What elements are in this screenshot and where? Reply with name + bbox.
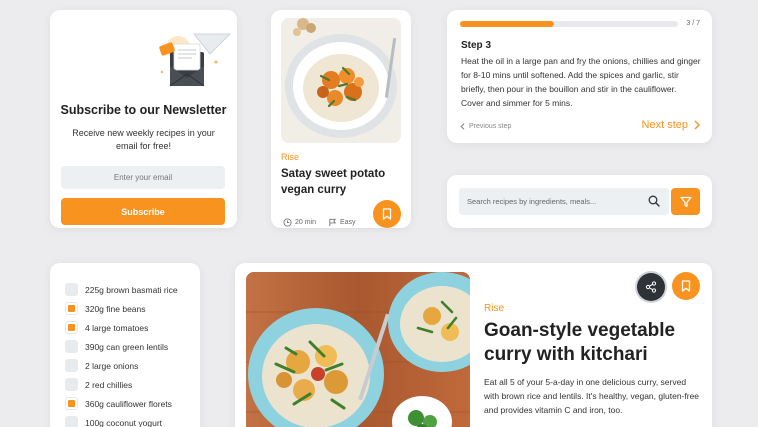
ingredient-checkbox[interactable] bbox=[65, 359, 78, 372]
ingredient-label: 2 red chillies bbox=[85, 379, 133, 390]
previous-step-label: Previous step bbox=[469, 123, 512, 130]
search-card bbox=[447, 175, 712, 228]
ingredient-list: 225g brown basmati rice 320g fine beans 4 … bbox=[65, 280, 178, 427]
email-field[interactable] bbox=[61, 166, 225, 189]
filter-button[interactable] bbox=[671, 188, 700, 215]
ingredient-item[interactable]: 2 large onions bbox=[65, 356, 178, 375]
ingredient-item[interactable]: 360g cauliflower florets bbox=[65, 394, 178, 413]
ingredient-label: 100g coconut yogurt bbox=[85, 417, 163, 427]
share-button[interactable] bbox=[637, 273, 665, 301]
steps-card: 3 / 7 Step 3 Heat the oil in a large pan… bbox=[447, 10, 712, 143]
chevron-right-icon bbox=[694, 120, 700, 130]
ingredient-checkbox-checked[interactable] bbox=[65, 397, 78, 410]
featured-recipe-photo bbox=[246, 272, 470, 427]
filter-icon bbox=[679, 196, 692, 207]
bookmark-button[interactable] bbox=[373, 200, 401, 228]
next-step-label: Next step bbox=[641, 119, 688, 131]
step-progress-fill bbox=[460, 21, 554, 27]
ingredient-item[interactable]: 320g fine beans bbox=[65, 299, 178, 318]
ingredient-checkbox[interactable] bbox=[65, 283, 78, 296]
recipe-time: 20 min bbox=[283, 218, 316, 227]
ingredient-label: 360g cauliflower florets bbox=[85, 398, 172, 409]
ingredient-checkbox[interactable] bbox=[65, 378, 78, 391]
subscribe-button[interactable]: Subscribe bbox=[61, 198, 225, 225]
recipe-card[interactable]: Rise Satay sweet potato vegan curry 20 m… bbox=[271, 10, 411, 228]
ingredient-item[interactable]: 4 large tomatoes bbox=[65, 318, 178, 337]
envelope-paper-plane-icon bbox=[159, 33, 231, 87]
ingredient-label: 390g can green lentils bbox=[85, 341, 169, 352]
step-counter: 3 / 7 bbox=[686, 20, 700, 27]
recipe-tag: Rise bbox=[281, 152, 300, 162]
share-icon bbox=[645, 281, 657, 293]
featured-bookmark-button[interactable] bbox=[672, 272, 700, 300]
ingredients-card: 225g brown basmati rice 320g fine beans 4 … bbox=[50, 263, 200, 427]
ingredient-checkbox[interactable] bbox=[65, 416, 78, 427]
ingredient-label: 2 large onions bbox=[85, 360, 139, 371]
search-icon[interactable] bbox=[648, 195, 660, 207]
recipe-title[interactable]: Satay sweet potato vegan curry bbox=[281, 166, 393, 198]
featured-recipe-title[interactable]: Goan-style vegetable curry with kitchari bbox=[484, 319, 694, 367]
ingredient-item[interactable]: 100g coconut yogurt bbox=[65, 413, 178, 427]
search-field bbox=[459, 188, 669, 215]
search-input[interactable] bbox=[467, 188, 637, 215]
recipe-time-label: 20 min bbox=[295, 219, 317, 226]
next-step-button[interactable]: Next step bbox=[642, 119, 700, 131]
featured-recipe-card: Rise Goan-style vegetable curry with kit… bbox=[235, 263, 712, 427]
clock-icon bbox=[283, 218, 292, 227]
ingredient-label: 225g brown basmati rice bbox=[85, 284, 178, 295]
ingredient-checkbox-checked[interactable] bbox=[65, 302, 78, 315]
step-progress-bar bbox=[460, 21, 678, 27]
newsletter-title: Subscribe to our Newsletter bbox=[60, 103, 227, 117]
step-text: Heat the oil in a large pan and fry the … bbox=[461, 56, 701, 108]
recipe-photo bbox=[281, 18, 401, 143]
bookmark-icon bbox=[382, 208, 392, 220]
ingredient-item[interactable]: 2 red chillies bbox=[65, 375, 178, 394]
ingredient-item[interactable]: 390g can green lentils bbox=[65, 337, 178, 356]
ingredient-checkbox-checked[interactable] bbox=[65, 321, 78, 334]
bookmark-icon bbox=[681, 280, 691, 292]
recipe-difficulty-label: Easy bbox=[340, 219, 356, 226]
featured-recipe-description: Eat all 5 of your 5-a-day in one delicio… bbox=[484, 377, 700, 415]
ingredient-label: 320g fine beans bbox=[85, 303, 146, 314]
ingredient-label: 4 large tomatoes bbox=[85, 322, 149, 333]
ingredient-checkbox[interactable] bbox=[65, 340, 78, 353]
newsletter-description: Receive new weekly recipes in your email… bbox=[72, 128, 215, 151]
recipe-difficulty: Easy bbox=[328, 218, 356, 227]
featured-recipe-tag: Rise bbox=[484, 303, 505, 314]
flag-icon bbox=[329, 218, 337, 227]
previous-step-button[interactable]: Previous step bbox=[460, 123, 511, 130]
chevron-left-icon bbox=[460, 123, 465, 130]
newsletter-card: Subscribe to our Newsletter Receive new … bbox=[50, 10, 237, 228]
ingredient-item[interactable]: 225g brown basmati rice bbox=[65, 280, 178, 299]
step-title: Step 3 bbox=[461, 40, 492, 51]
